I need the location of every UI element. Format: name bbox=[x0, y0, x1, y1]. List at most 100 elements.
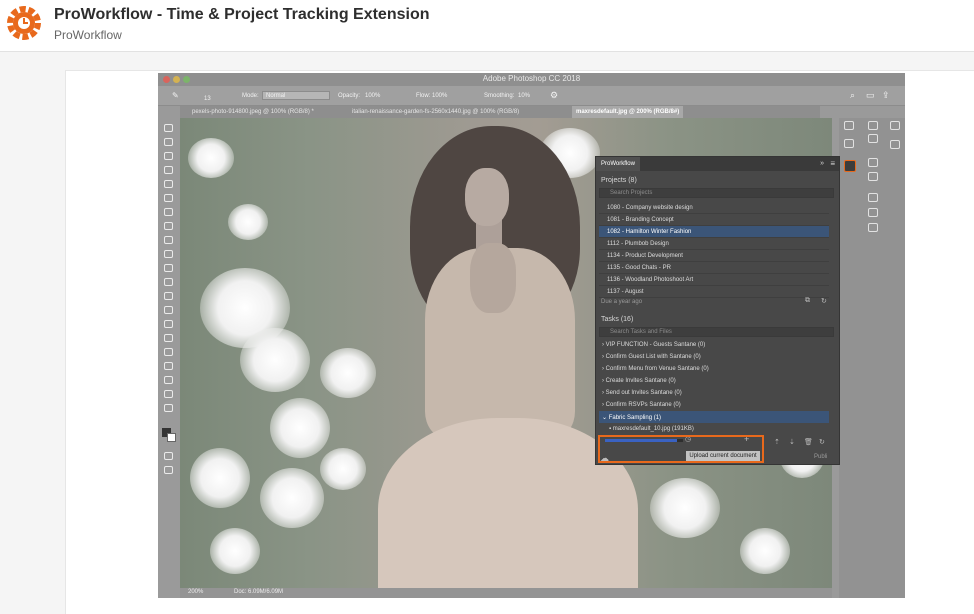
flow-value[interactable]: 100% bbox=[432, 93, 447, 99]
cloud-icon[interactable] bbox=[890, 140, 900, 149]
smoothing-value[interactable]: 10% bbox=[518, 93, 530, 99]
path-select-tool-icon[interactable] bbox=[164, 348, 173, 356]
healing-tool-icon[interactable] bbox=[164, 208, 173, 216]
task-item[interactable]: › Send out Invites Santane (0) bbox=[599, 387, 829, 399]
history-brush-tool-icon[interactable] bbox=[164, 250, 173, 258]
task-label: Create Invites Santane (0) bbox=[605, 378, 676, 384]
project-item[interactable]: 1134 - Product Development bbox=[599, 250, 829, 262]
brush-icon[interactable]: ✎ bbox=[172, 91, 179, 100]
tasks-search-input[interactable]: Search Tasks and Files bbox=[599, 327, 834, 337]
proworkflow-panel-icon[interactable] bbox=[844, 160, 856, 172]
refresh-files-icon[interactable]: ↻ bbox=[819, 438, 825, 446]
opacity-label: Opacity: bbox=[338, 93, 361, 99]
page-title: ProWorkflow - Time & Project Tracking Ex… bbox=[54, 6, 430, 23]
mode-label: Mode: bbox=[242, 93, 259, 99]
tab-italian-garden[interactable]: italian-renaissance-garden-fs-2560x1440.… bbox=[348, 106, 523, 118]
project-item[interactable]: 1137 - August bbox=[599, 286, 829, 298]
delete-icon[interactable]: 🗑 bbox=[804, 438, 813, 446]
task-item[interactable]: › Confirm RSVPs Santane (0) bbox=[599, 399, 829, 411]
mode-value: Normal bbox=[266, 93, 286, 99]
publish-label[interactable]: Publi bbox=[814, 454, 827, 460]
project-item[interactable]: 1112 - Plumbob Design bbox=[599, 238, 829, 250]
document-tabs: pexels-photo-914800.jpeg @ 100% (RGB/8) … bbox=[180, 106, 820, 118]
paths-icon[interactable] bbox=[868, 223, 878, 232]
project-item[interactable]: 1082 - Hamilton Winter Fashion bbox=[599, 226, 829, 238]
layers-icon[interactable] bbox=[868, 193, 878, 202]
download-icon[interactable]: ⇣ bbox=[789, 438, 795, 446]
zoom-tool-icon[interactable] bbox=[164, 390, 173, 398]
proworkflow-panel-header: ProWorkflow » ≡ bbox=[596, 157, 839, 171]
task-label: Confirm RSVPs Santane (0) bbox=[605, 402, 681, 408]
properties-icon[interactable] bbox=[868, 172, 878, 181]
proworkflow-panel: ProWorkflow » ≡ Projects (8) Search Proj… bbox=[595, 156, 840, 465]
ps-titlebar: Adobe Photoshop CC 2018 bbox=[158, 73, 905, 86]
app-header: ProWorkflow - Time & Project Tracking Ex… bbox=[0, 0, 974, 52]
type-tool-icon[interactable] bbox=[164, 334, 173, 342]
tasks-heading: Tasks (16) bbox=[601, 316, 634, 323]
page-subtitle[interactable]: ProWorkflow bbox=[54, 28, 122, 42]
gear-icon[interactable]: ⚙ bbox=[550, 90, 558, 101]
task-item[interactable]: › Confirm Menu from Venue Santane (0) bbox=[599, 363, 829, 375]
project-item[interactable]: 1080 - Company website design bbox=[599, 202, 829, 214]
zoom-level[interactable]: 200% bbox=[188, 589, 203, 595]
collapse-icon[interactable]: » bbox=[820, 160, 824, 167]
photoshop-screenshot: Adobe Photoshop CC 2018 ✎ 13 Mode: Norma… bbox=[158, 73, 905, 598]
brush-size[interactable]: 13 bbox=[204, 96, 211, 102]
shape-tool-icon[interactable] bbox=[164, 362, 173, 370]
dodge-tool-icon[interactable] bbox=[164, 306, 173, 314]
gradient-tool-icon[interactable] bbox=[164, 278, 173, 286]
libraries-icon[interactable] bbox=[844, 139, 854, 148]
color-icon[interactable] bbox=[868, 121, 878, 130]
task-item[interactable]: › Create Invites Santane (0) bbox=[599, 375, 829, 387]
flow-label: Flow: bbox=[416, 93, 431, 99]
open-external-icon[interactable]: ⧉ bbox=[805, 297, 810, 305]
blur-tool-icon[interactable] bbox=[164, 292, 173, 300]
marquee-tool-icon[interactable] bbox=[164, 138, 173, 146]
quick-select-tool-icon[interactable] bbox=[164, 166, 173, 174]
adjustments-icon[interactable] bbox=[868, 158, 878, 167]
learn-icon[interactable] bbox=[890, 121, 900, 130]
hand-tool-icon[interactable] bbox=[164, 376, 173, 384]
project-item[interactable]: 1135 - Good Chats - PR bbox=[599, 262, 829, 274]
background-color-swatch[interactable] bbox=[167, 433, 176, 442]
swatches-icon[interactable] bbox=[868, 134, 878, 143]
history-icon[interactable] bbox=[844, 121, 854, 130]
crop-tool-icon[interactable] bbox=[164, 180, 173, 188]
move-tool-icon[interactable] bbox=[164, 124, 173, 132]
tab-maxresdefault[interactable]: maxresdefault.jpg @ 200% (RGB/8#) bbox=[572, 106, 684, 118]
chevron-down-icon: ⌄ bbox=[602, 415, 609, 421]
channels-icon[interactable] bbox=[868, 208, 878, 217]
task-item[interactable]: › Confirm Guest List with Santane (0) bbox=[599, 351, 829, 363]
projects-heading: Projects (8) bbox=[601, 177, 637, 184]
stamp-tool-icon[interactable] bbox=[164, 236, 173, 244]
ps-window-title: Adobe Photoshop CC 2018 bbox=[482, 74, 581, 83]
task-label: Fabric Sampling (1) bbox=[608, 415, 662, 421]
eraser-tool-icon[interactable] bbox=[164, 264, 173, 272]
file-item[interactable]: ▪ maxresdefault_10.jpg (191KB) bbox=[599, 423, 829, 435]
task-item[interactable]: ⌄ Fabric Sampling (1) bbox=[599, 411, 829, 423]
search-icon[interactable]: ⌕ bbox=[850, 90, 855, 101]
refresh-projects-icon[interactable]: ↻ bbox=[821, 297, 827, 305]
tab-pexels[interactable]: pexels-photo-914800.jpeg @ 100% (RGB/8) … bbox=[188, 106, 318, 118]
panel-menu-icon[interactable]: ≡ bbox=[830, 159, 835, 168]
file-label: maxresdefault_10.jpg (191KB) bbox=[612, 426, 694, 432]
lasso-tool-icon[interactable] bbox=[164, 152, 173, 160]
project-item[interactable]: 1081 - Branding Concept bbox=[599, 214, 829, 226]
projects-search-input[interactable]: Search Projects bbox=[599, 188, 834, 198]
proworkflow-tab[interactable]: ProWorkflow bbox=[596, 157, 640, 171]
task-item[interactable]: › VIP FUNCTION - Guests Santane (0) bbox=[599, 339, 829, 351]
eyedropper-tool-icon[interactable] bbox=[164, 194, 173, 202]
brush-tool-icon[interactable] bbox=[164, 222, 173, 230]
task-label: Confirm Guest List with Santane (0) bbox=[605, 354, 701, 360]
highlight-frame bbox=[598, 435, 764, 463]
share-icon[interactable]: ⇪ bbox=[882, 90, 890, 101]
upload-icon[interactable]: ⇡ bbox=[774, 438, 780, 446]
right-panel-dock bbox=[839, 118, 905, 598]
opacity-value[interactable]: 100% bbox=[365, 93, 380, 99]
workspace-icon[interactable]: ▭ bbox=[866, 90, 875, 101]
pen-tool-icon[interactable] bbox=[164, 320, 173, 328]
screen-mode-icon[interactable] bbox=[164, 466, 173, 474]
quick-mask-icon[interactable] bbox=[164, 452, 173, 460]
project-item[interactable]: 1136 - Woodland Photoshoot Art bbox=[599, 274, 829, 286]
more-tools-icon[interactable] bbox=[164, 404, 173, 412]
